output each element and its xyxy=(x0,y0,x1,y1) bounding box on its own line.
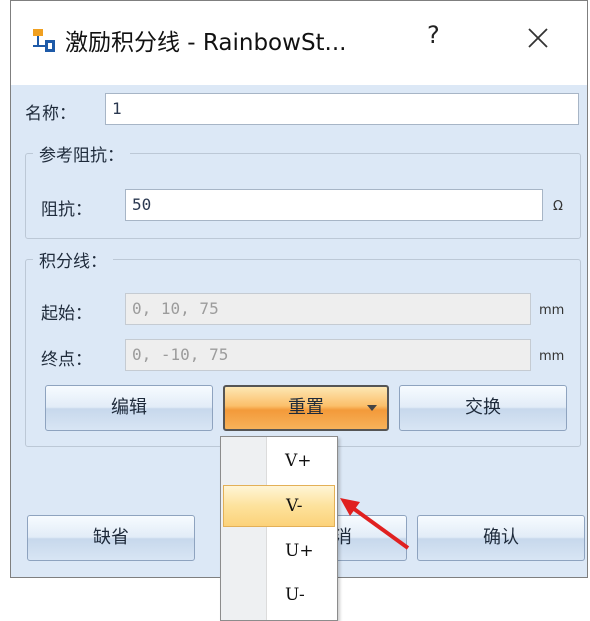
impedance-input[interactable]: 50 xyxy=(125,189,543,221)
default-button[interactable]: 缺省 xyxy=(27,515,195,561)
menu-item-u-minus[interactable]: U- xyxy=(223,575,335,617)
end-unit: mm xyxy=(539,349,565,364)
help-button[interactable]: ? xyxy=(427,21,440,49)
menu-item-u-plus[interactable]: U+ xyxy=(223,531,335,573)
swap-button[interactable]: 交换 xyxy=(399,385,567,431)
start-label: 起始： xyxy=(41,304,92,324)
menu-item-v-plus[interactable]: V+ xyxy=(223,441,335,483)
name-input[interactable]: 1 xyxy=(105,93,579,125)
title-bar: 激励积分线 - RainbowSt... ? xyxy=(11,1,587,85)
window-title: 激励积分线 - RainbowSt... xyxy=(65,30,347,56)
name-label: 名称： xyxy=(25,104,76,124)
close-icon[interactable] xyxy=(523,23,553,53)
reset-button-label: 重置 xyxy=(288,397,324,418)
edit-button[interactable]: 编辑 xyxy=(45,385,213,431)
reference-impedance-legend: 参考阻抗： xyxy=(33,141,130,166)
integration-line-legend: 积分线： xyxy=(33,247,113,272)
menu-item-v-minus[interactable]: V- xyxy=(223,485,335,527)
end-label: 终点： xyxy=(41,350,92,370)
reset-button[interactable]: 重置 xyxy=(223,385,389,431)
reset-dropdown-menu: V+ V- U+ U- xyxy=(220,436,338,621)
impedance-unit: Ω xyxy=(553,199,563,214)
impedance-label: 阻抗： xyxy=(41,200,92,220)
dropdown-arrow-icon xyxy=(367,405,377,411)
end-input[interactable]: 0, -10, 75 xyxy=(125,339,531,371)
ok-button[interactable]: 确认 xyxy=(417,515,585,561)
app-icon xyxy=(33,29,55,52)
start-unit: mm xyxy=(539,303,565,318)
annotation-arrow-icon xyxy=(340,498,410,550)
start-input[interactable]: 0, 10, 75 xyxy=(125,293,531,325)
